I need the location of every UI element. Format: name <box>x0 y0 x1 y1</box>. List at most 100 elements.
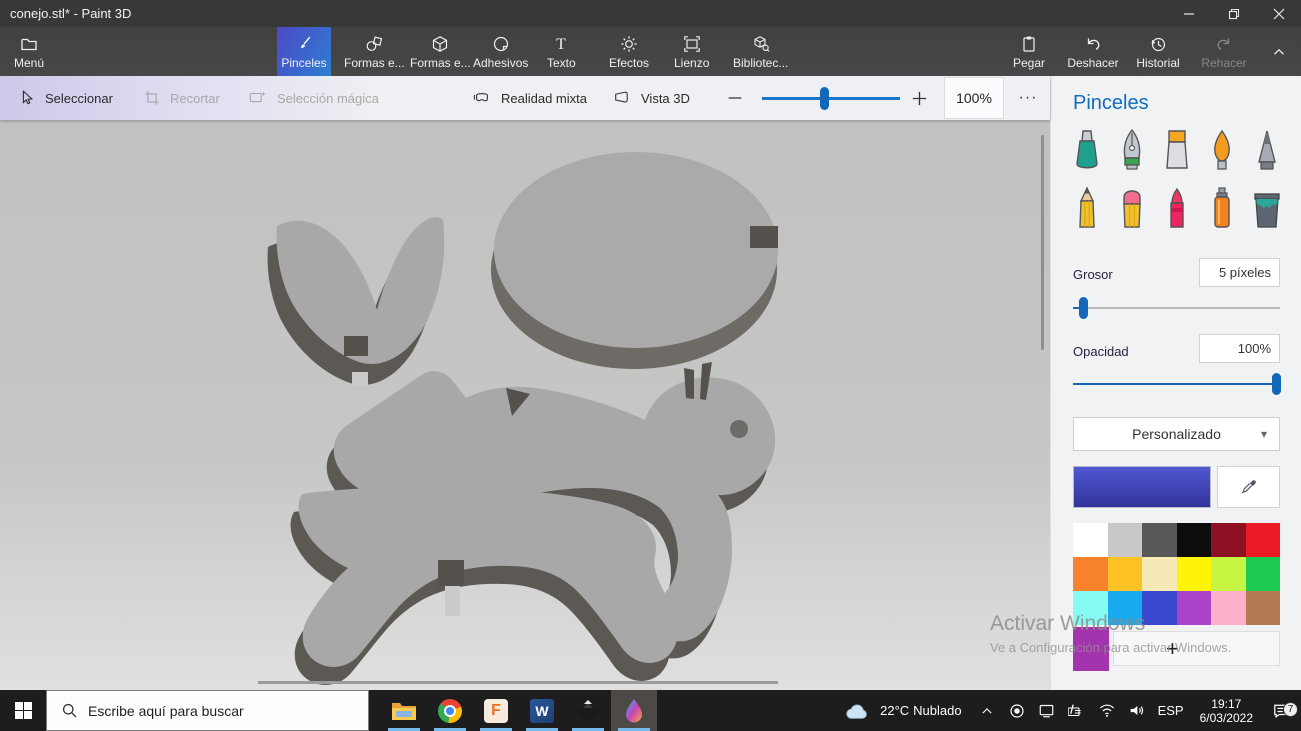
taskbar-app-word[interactable]: W <box>519 690 565 731</box>
zoom-slider-thumb[interactable] <box>820 87 829 110</box>
view-3d-button[interactable]: Vista 3D <box>612 76 690 120</box>
color-palette <box>1073 523 1280 625</box>
thickness-slider-track[interactable] <box>1073 307 1280 309</box>
paste-button[interactable]: Pegar <box>1005 27 1053 76</box>
palette-swatch[interactable] <box>1211 523 1246 557</box>
palette-swatch[interactable] <box>1108 591 1143 625</box>
magic-select-tool[interactable]: Selección mágica <box>248 76 379 120</box>
current-color-swatch[interactable] <box>1073 466 1211 508</box>
chevron-up-icon <box>1270 43 1288 61</box>
select-tool[interactable]: Seleccionar <box>18 76 113 120</box>
tray-chevron-up-icon[interactable] <box>975 704 999 718</box>
clock-date: 6/03/2022 <box>1200 711 1253 725</box>
weather-temp[interactable]: 22°C <box>880 703 909 718</box>
canvas-scrollbar[interactable] <box>1041 135 1044 350</box>
calligraphy-pen-brush[interactable] <box>1112 128 1152 172</box>
opacity-value[interactable]: 100% <box>1199 334 1280 363</box>
taskbar-app-file-explorer[interactable] <box>381 690 427 731</box>
zoom-in-button[interactable] <box>910 76 929 120</box>
undo-button[interactable]: Deshacer <box>1062 27 1124 76</box>
taskbar-app-fusion-360[interactable]: F <box>473 690 519 731</box>
fill-bucket-brush[interactable] <box>1247 186 1287 230</box>
canvas-3d-view[interactable] <box>0 120 1050 690</box>
record-icon[interactable] <box>1005 703 1029 719</box>
taskbar-app-paint-3d[interactable] <box>611 690 657 731</box>
file-explorer-icon <box>391 700 417 722</box>
mixed-reality-button[interactable]: Realidad mixta <box>472 76 587 120</box>
volume-icon[interactable] <box>1125 703 1149 718</box>
palette-swatch[interactable] <box>1177 557 1212 591</box>
color-mode-dropdown[interactable]: Personalizado ▾ <box>1073 417 1280 451</box>
eraser-brush[interactable] <box>1112 186 1152 230</box>
inkscape-icon <box>576 699 600 723</box>
palette-swatch[interactable] <box>1177 591 1212 625</box>
start-button[interactable] <box>0 690 46 731</box>
palette-swatch[interactable] <box>1142 557 1177 591</box>
menu-button[interactable]: Menú <box>8 27 50 76</box>
watercolor-brush[interactable] <box>1202 128 1242 172</box>
opacity-slider-track[interactable] <box>1073 383 1280 385</box>
close-button[interactable] <box>1256 0 1301 27</box>
brush-grid <box>1065 128 1289 230</box>
tab-formas-3d[interactable]: Formas e... <box>404 27 477 76</box>
pencil-brush[interactable] <box>1067 186 1107 230</box>
sun-icon <box>619 34 639 54</box>
cast-display-icon[interactable] <box>1035 703 1059 718</box>
tab-pinceles[interactable]: Pinceles <box>277 27 331 76</box>
history-button[interactable]: Historial <box>1130 27 1186 76</box>
weather-condition[interactable]: Nublado <box>913 703 961 718</box>
crop-tool[interactable]: Recortar <box>143 76 220 120</box>
palette-swatch[interactable] <box>1211 557 1246 591</box>
zoom-out-button[interactable] <box>726 76 744 120</box>
palette-swatch[interactable] <box>1073 523 1108 557</box>
tab-formas-2d[interactable]: Formas e... <box>338 27 411 76</box>
palette-swatch[interactable] <box>1246 591 1281 625</box>
palette-swatch-extra[interactable] <box>1073 627 1109 671</box>
palette-swatch[interactable] <box>1142 591 1177 625</box>
palette-swatch[interactable] <box>1246 523 1281 557</box>
chevron-down-icon: ▾ <box>1261 427 1267 441</box>
palette-swatch[interactable] <box>1108 523 1143 557</box>
palette-swatch[interactable] <box>1108 557 1143 591</box>
tab-texto[interactable]: T Texto <box>541 27 582 76</box>
brush-icon <box>294 34 314 54</box>
opacity-slider-thumb[interactable] <box>1272 373 1281 395</box>
pixel-pen-brush[interactable] <box>1247 128 1287 172</box>
taskbar-app-chrome[interactable] <box>427 690 473 731</box>
palette-swatch[interactable] <box>1142 523 1177 557</box>
notification-center-button[interactable]: 7 <box>1261 703 1301 719</box>
taskbar-search[interactable]: Escribe aquí para buscar <box>46 690 369 731</box>
thickness-value[interactable]: 5 píxeles <box>1199 258 1280 287</box>
spray-can-brush[interactable] <box>1202 186 1242 230</box>
touch-keyboard-icon[interactable] <box>1065 703 1089 718</box>
tab-lienzo[interactable]: Lienzo <box>668 27 715 76</box>
palette-swatch[interactable] <box>1073 591 1108 625</box>
palette-swatch[interactable] <box>1177 523 1212 557</box>
minimize-button[interactable] <box>1166 0 1211 27</box>
taskbar-app-inkscape[interactable] <box>565 690 611 731</box>
tab-adhesivos[interactable]: Adhesivos <box>467 27 534 76</box>
collapse-ribbon-button[interactable] <box>1262 27 1296 76</box>
add-color-button[interactable]: + <box>1113 631 1280 666</box>
zoom-level[interactable]: 100% <box>944 77 1004 119</box>
weather-icon[interactable] <box>841 701 873 721</box>
thickness-slider-thumb[interactable] <box>1079 297 1088 319</box>
paste-icon <box>1019 34 1039 54</box>
zoom-slider-track[interactable] <box>762 97 900 100</box>
wifi-icon[interactable] <box>1095 703 1119 718</box>
redo-button[interactable]: Rehacer <box>1196 27 1252 76</box>
marker-brush[interactable] <box>1067 128 1107 172</box>
eyedropper-button[interactable] <box>1217 466 1280 508</box>
tab-biblioteca[interactable]: Bibliotec... <box>727 27 794 76</box>
palette-swatch[interactable] <box>1246 557 1281 591</box>
language-indicator[interactable]: ESP <box>1158 703 1184 718</box>
palette-swatch[interactable] <box>1073 557 1108 591</box>
svg-text:T: T <box>556 36 566 53</box>
crayon-brush[interactable] <box>1157 186 1197 230</box>
palette-swatch[interactable] <box>1211 591 1246 625</box>
more-options-button[interactable]: ··· <box>1006 76 1050 120</box>
oil-brush[interactable] <box>1157 128 1197 172</box>
taskbar-clock[interactable]: 19:17 6/03/2022 <box>1200 697 1253 725</box>
restore-button[interactable] <box>1211 0 1256 27</box>
tab-efectos[interactable]: Efectos <box>603 27 655 76</box>
